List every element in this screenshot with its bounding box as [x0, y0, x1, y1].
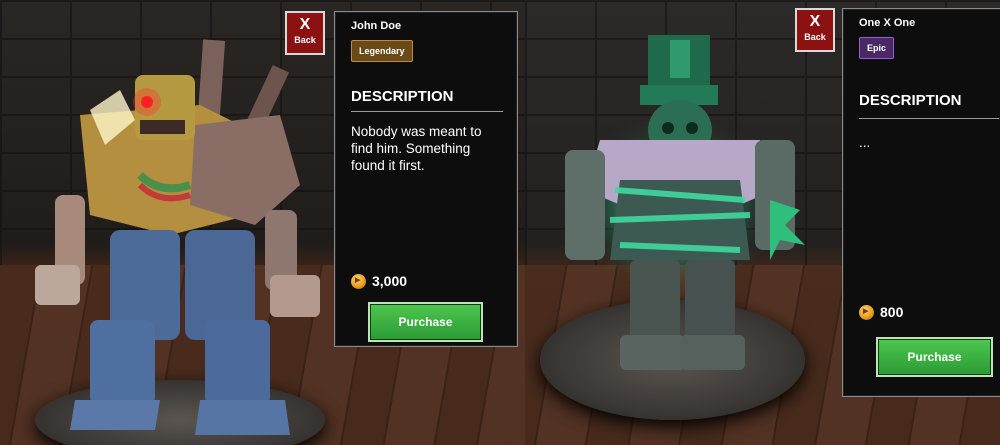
- price-value: 3,000: [372, 273, 408, 289]
- close-icon: X: [299, 16, 311, 33]
- back-button[interactable]: X Back: [285, 11, 325, 55]
- item-info-panel-right: One X One Epic DESCRIPTION ... 800 Purch…: [842, 8, 1000, 397]
- item-name: One X One: [859, 17, 916, 29]
- description-heading: DESCRIPTION: [859, 92, 962, 109]
- back-label: Back: [804, 32, 826, 42]
- price-value: 800: [880, 304, 904, 320]
- rarity-badge: Legendary: [351, 40, 413, 62]
- description-text: Nobody was meant to find him. Something …: [351, 124, 482, 173]
- purchase-button[interactable]: Purchase: [368, 302, 483, 342]
- back-button[interactable]: X Back: [795, 8, 835, 52]
- character-model-one-x-one: [565, 35, 805, 370]
- purchase-button[interactable]: Purchase: [876, 337, 993, 377]
- description-heading: DESCRIPTION: [351, 88, 454, 105]
- price: 800: [859, 304, 903, 320]
- character-model-john-doe: [35, 39, 320, 435]
- description-text: ...: [859, 135, 871, 150]
- item-info-panel-left: John Doe Legendary DESCRIPTION Nobody wa…: [334, 11, 518, 347]
- close-icon: X: [809, 13, 821, 30]
- price: 3,000: [351, 273, 407, 289]
- coin-icon: [351, 273, 366, 289]
- divider: [351, 111, 503, 112]
- coin-icon: [859, 304, 874, 320]
- divider: [859, 118, 999, 119]
- back-label: Back: [294, 35, 316, 45]
- item-name: John Doe: [351, 20, 402, 32]
- rarity-badge: Epic: [859, 37, 895, 59]
